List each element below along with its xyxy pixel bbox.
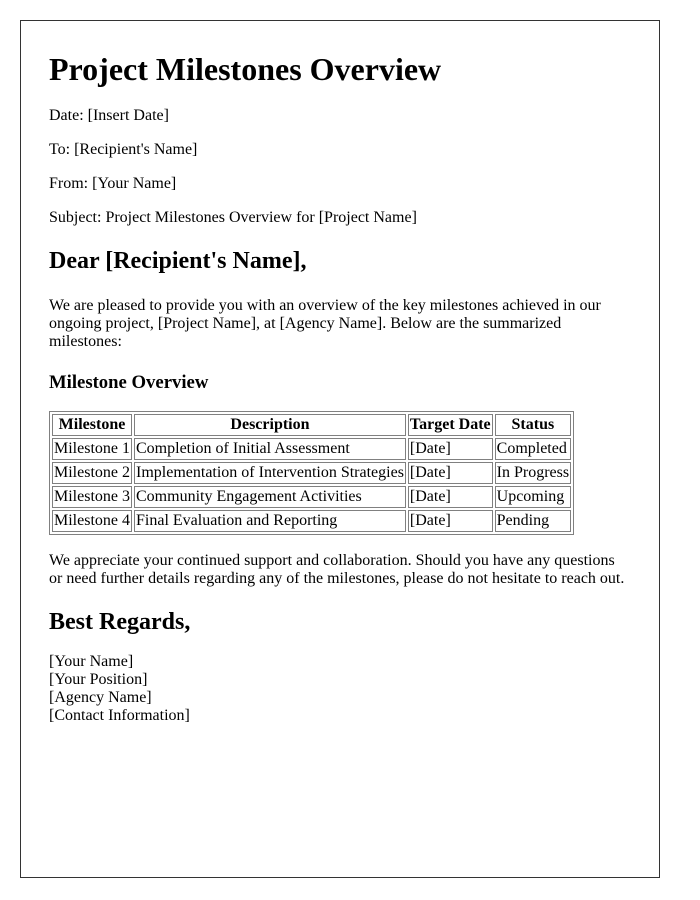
- table-row: Milestone 4 Final Evaluation and Reporti…: [52, 510, 572, 532]
- cell-description: Final Evaluation and Reporting: [134, 510, 406, 532]
- header-milestone: Milestone: [52, 414, 132, 436]
- header-status: Status: [494, 414, 572, 436]
- cell-target-date: [Date]: [407, 438, 493, 460]
- signature-agency: [Agency Name]: [49, 689, 152, 706]
- cell-status: In Progress: [494, 462, 572, 484]
- header-target-date: Target Date: [407, 414, 493, 436]
- cell-description: Implementation of Intervention Strategie…: [134, 462, 406, 484]
- table-row: Milestone 1 Completion of Initial Assess…: [52, 438, 572, 460]
- page-title: Project Milestones Overview: [49, 51, 442, 87]
- section-title: Milestone Overview: [49, 372, 209, 393]
- cell-status: Upcoming: [494, 486, 572, 508]
- cell-description: Completion of Initial Assessment: [134, 438, 406, 460]
- cell-description: Community Engagement Activities: [134, 486, 406, 508]
- greeting-heading: Dear [Recipient's Name],: [49, 248, 307, 274]
- cell-milestone: Milestone 4: [52, 510, 132, 532]
- table-header-row: Milestone Description Target Date Status: [52, 414, 572, 436]
- letter-page: Project Milestones Overview Date: [Inser…: [20, 20, 660, 878]
- milestones-table: Milestone Description Target Date Status…: [49, 411, 575, 535]
- date-line: Date: [Insert Date]: [49, 107, 169, 124]
- table-row: Milestone 2 Implementation of Interventi…: [52, 462, 572, 484]
- subject-line: Subject: Project Milestones Overview for…: [49, 209, 417, 226]
- cell-status: Pending: [494, 510, 572, 532]
- intro-paragraph: We are pleased to provide you with an ov…: [49, 297, 601, 350]
- table-row: Milestone 3 Community Engagement Activit…: [52, 486, 572, 508]
- regards-heading: Best Regards,: [49, 609, 191, 635]
- header-description: Description: [134, 414, 406, 436]
- cell-milestone: Milestone 3: [52, 486, 132, 508]
- cell-target-date: [Date]: [407, 510, 493, 532]
- cell-target-date: [Date]: [407, 486, 493, 508]
- cell-milestone: Milestone 2: [52, 462, 132, 484]
- closing-paragraph: We appreciate your continued support and…: [49, 552, 625, 587]
- from-line: From: [Your Name]: [49, 175, 177, 192]
- to-line: To: [Recipient's Name]: [49, 141, 198, 158]
- cell-milestone: Milestone 1: [52, 438, 132, 460]
- signature-position: [Your Position]: [49, 671, 148, 688]
- cell-target-date: [Date]: [407, 462, 493, 484]
- signature-block: [Your Name] [Your Position] [Agency Name…: [49, 653, 631, 725]
- signature-contact: [Contact Information]: [49, 707, 190, 724]
- cell-status: Completed: [494, 438, 572, 460]
- signature-name: [Your Name]: [49, 653, 134, 670]
